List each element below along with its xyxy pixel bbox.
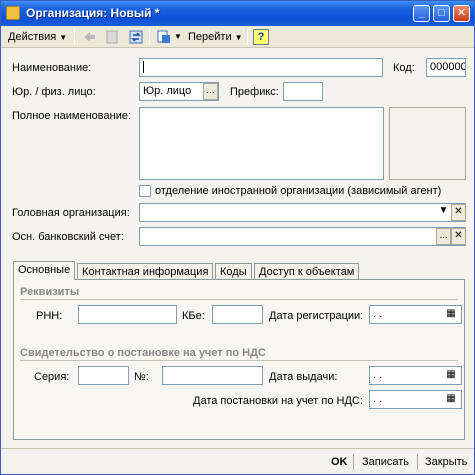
entity-type-label: Юр. / физ. лицо: <box>12 86 96 98</box>
full-name-label: Полное наименование: <box>12 110 132 122</box>
series-label: Серия: <box>34 371 70 383</box>
prefix-label: Префикс: <box>230 86 279 98</box>
save-button[interactable]: Записать <box>362 453 409 471</box>
goto-label: Перейти <box>188 31 232 43</box>
bank-account-label: Осн. банковский счет: <box>12 231 124 243</box>
chevron-down-icon: ▼ <box>234 33 243 42</box>
close-window-button[interactable]: ✕ <box>453 5 470 22</box>
reg-date-label: Дата регистрации: <box>269 310 364 322</box>
clear-icon[interactable]: ✕ <box>451 204 466 221</box>
calendar-icon[interactable]: ▦ <box>443 306 459 322</box>
ok-button[interactable]: OK <box>331 453 348 471</box>
bottom-bar: OK Записать Закрыть <box>1 448 474 474</box>
foreign-branch-label: отделение иностранной организации (завис… <box>155 185 442 197</box>
app-icon <box>6 6 20 20</box>
button-separator <box>353 454 354 470</box>
full-name-side-panel <box>389 107 466 180</box>
toolbar: Действия ▼ ▼ Перейти ▼ ? <box>1 26 474 48</box>
bank-account-select-button[interactable]: ... <box>436 228 451 245</box>
refresh-icon[interactable] <box>128 29 144 45</box>
section-divider <box>20 360 458 361</box>
issue-date-label: Дата выдачи: <box>269 371 338 383</box>
series-input[interactable] <box>78 366 129 385</box>
tab-codes[interactable]: Коды <box>215 263 252 280</box>
dropdown-icon[interactable]: ▼ <box>436 204 451 221</box>
full-name-textarea[interactable] <box>139 107 384 180</box>
kbe-label: КБе: <box>182 310 205 322</box>
toolbar-separator <box>74 29 75 45</box>
kbe-input[interactable] <box>212 305 263 324</box>
clear-icon[interactable]: ✕ <box>451 228 466 245</box>
name-input[interactable] <box>139 58 383 77</box>
minimize-button[interactable]: _ <box>413 5 430 22</box>
details-section-title: Реквизиты <box>20 286 80 298</box>
actions-label: Действия <box>8 31 57 43</box>
goto-menu[interactable]: Перейти ▼ <box>188 28 243 46</box>
rnn-label: РНН: <box>36 310 63 322</box>
chevron-down-icon[interactable]: ▼ <box>174 32 182 41</box>
code-label: Код: <box>393 62 415 74</box>
help-button[interactable]: ? <box>253 29 269 45</box>
tab-object-access[interactable]: Доступ к объектам <box>254 263 360 280</box>
section-divider <box>20 299 458 300</box>
head-org-label: Головная организация: <box>12 207 130 219</box>
rnn-input[interactable] <box>78 305 177 324</box>
maximize-button[interactable]: □ <box>433 5 450 22</box>
help-icon: ? <box>257 31 265 43</box>
name-label: Наименование: <box>12 62 92 74</box>
tab-contact-info[interactable]: Контактная информация <box>77 263 214 280</box>
calendar-icon[interactable]: ▦ <box>443 391 459 407</box>
entity-type-select-button[interactable]: ... <box>203 83 218 100</box>
calendar-icon[interactable]: ▦ <box>443 367 459 383</box>
organization-window: Организация: Новый * _ □ ✕ Действия ▼ ▼ … <box>0 0 475 475</box>
number-input[interactable] <box>162 366 263 385</box>
head-org-input[interactable] <box>139 203 466 222</box>
arrow-back-icon[interactable] <box>81 29 97 45</box>
toolbar-separator <box>247 29 248 45</box>
close-button[interactable]: Закрыть <box>425 453 467 471</box>
tab-main[interactable]: Основные <box>13 261 76 280</box>
toolbar-separator <box>149 29 150 45</box>
vat-reg-date-label: Дата постановки на учет по НДС: <box>193 395 363 407</box>
chevron-down-icon: ▼ <box>59 33 68 42</box>
structure-icon[interactable] <box>156 29 172 45</box>
button-separator <box>417 454 418 470</box>
number-label: №: <box>134 371 149 383</box>
vat-section-title: Свидетельство о постановке на учет по НД… <box>20 347 266 359</box>
foreign-branch-checkbox[interactable] <box>139 185 151 197</box>
document-icon[interactable] <box>104 29 120 45</box>
code-input[interactable]: 000000 <box>426 58 466 77</box>
bank-account-input[interactable] <box>139 227 466 246</box>
prefix-input[interactable] <box>283 82 323 101</box>
title-bar: Организация: Новый * _ □ ✕ <box>1 1 474 26</box>
window-title: Организация: Новый * <box>26 6 160 20</box>
entity-type-value: Юр. лицо <box>143 85 192 97</box>
actions-menu[interactable]: Действия ▼ <box>8 28 67 46</box>
